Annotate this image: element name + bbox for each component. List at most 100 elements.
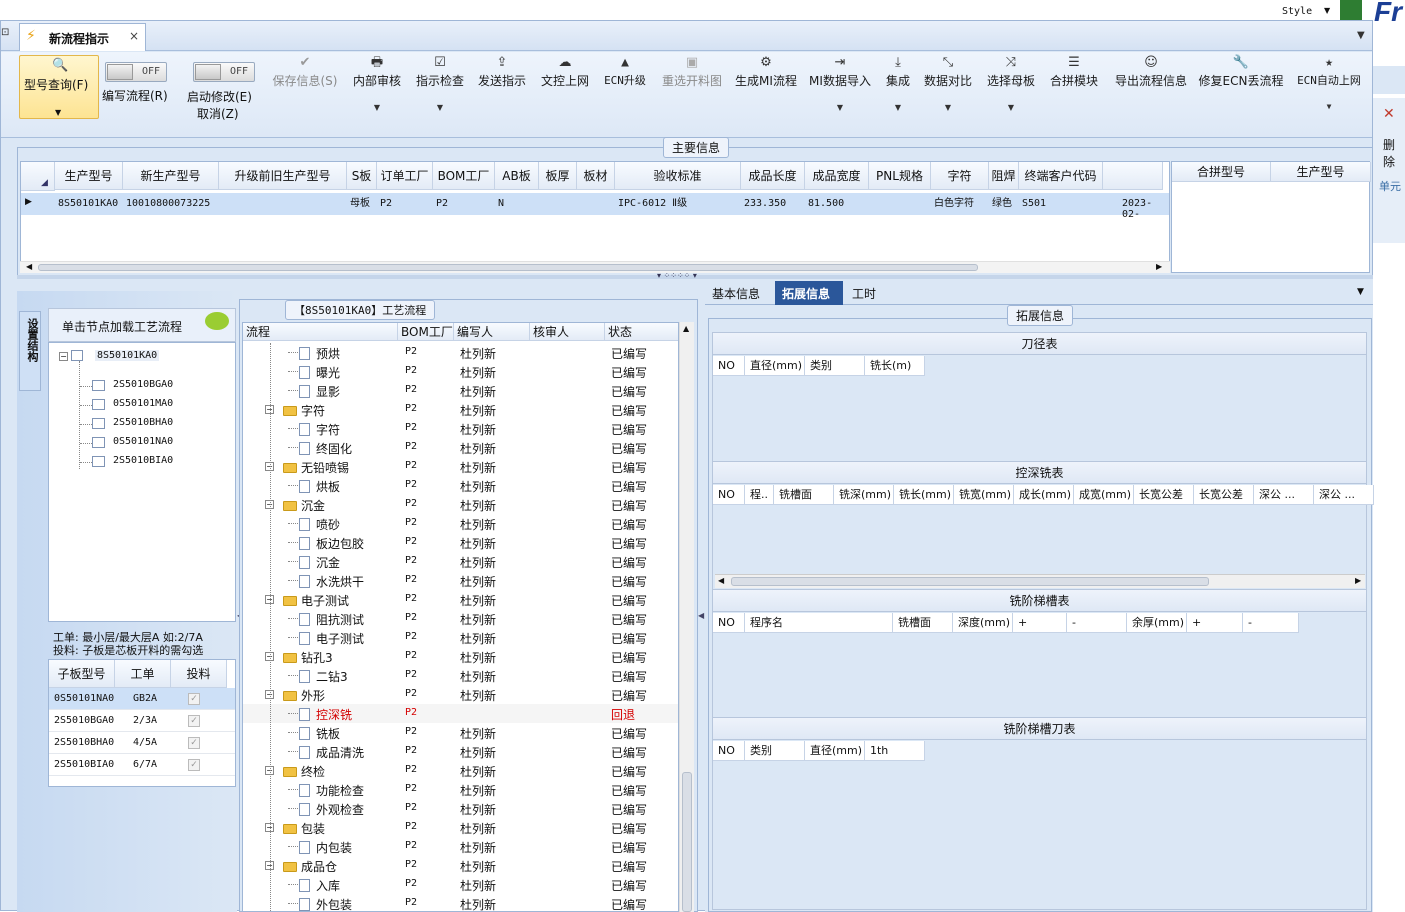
scroll-right-icon[interactable]: ▶ [1355, 576, 1361, 585]
process-row[interactable]: − 包装 P2 杜列新 已编写 [243, 818, 678, 837]
process-row[interactable]: − 钻孔3 P2 杜列新 已编写 [243, 647, 678, 666]
send-instruction-button[interactable]: ⇪ 发送指示 [474, 54, 530, 132]
depth-hscroll[interactable]: ◀ ▶ [715, 574, 1365, 588]
process-row[interactable]: − 沉金 P2 杜列新 已编写 [243, 495, 678, 514]
process-row[interactable]: 外观检查 P2 杜列新 已编写 [243, 799, 678, 818]
tree-child[interactable]: 2S5010BGA0 [113, 379, 173, 390]
repair-ecn-flow-button[interactable]: 🔧 修复ECN丢流程 [1198, 54, 1284, 132]
process-row[interactable]: 外包装 P2 杜列新 已编写 [243, 894, 678, 911]
process-row[interactable]: 功能检查 P2 杜列新 已编写 [243, 780, 678, 799]
process-row[interactable]: 烘板 P2 杜列新 已编写 [243, 476, 678, 495]
process-row[interactable]: 控深铣 P2 回退 [243, 704, 678, 723]
process-row[interactable]: 铣板 P2 杜列新 已编写 [243, 723, 678, 742]
process-row[interactable]: 内包装 P2 杜列新 已编写 [243, 837, 678, 856]
feed-checkbox[interactable]: ✓ [188, 715, 200, 727]
process-row[interactable]: 沉金 P2 杜列新 已编写 [243, 552, 678, 571]
main-info-cell[interactable]: 母板 [347, 195, 377, 215]
data-compare-button[interactable]: ⤡ 数据对比 ▼ [921, 54, 975, 132]
style-menu[interactable]: Style [1282, 6, 1312, 17]
scroll-left-icon[interactable]: ◀ [718, 576, 724, 585]
nav-back-icon[interactable]: ⊡ [1, 27, 9, 38]
start-edit-toggle[interactable]: OFF [193, 62, 255, 82]
merge-module-button[interactable]: ☰ 合拼模块 [1045, 54, 1103, 132]
process-row[interactable]: 显影 P2 杜列新 已编写 [243, 381, 678, 400]
scroll-left-icon[interactable]: ◀ [26, 262, 32, 271]
process-row[interactable]: − 电子测试 P2 杜列新 已编写 [243, 590, 678, 609]
subboard-row[interactable]: 2S5010BGA0 2/3A ✓ [49, 710, 235, 732]
internal-review-button[interactable]: 🖶 内部审核 ▼ [349, 54, 405, 132]
main-info-cell[interactable]: P2 [433, 195, 495, 215]
tab-new-flow[interactable]: ⚡ 新流程指示 × [19, 23, 146, 51]
main-info-cell[interactable]: N [495, 195, 539, 215]
vtab-structure[interactable]: 设置结构 [19, 311, 41, 391]
scroll-right-icon[interactable]: ▶ [1156, 262, 1162, 271]
main-info-cell[interactable]: IPC-6012 Ⅱ级 [615, 195, 741, 215]
cancel-edit-label[interactable]: 取消(Z) [197, 105, 239, 122]
vscroll-thumb[interactable] [682, 772, 692, 912]
main-info-cell[interactable]: P2 [377, 195, 433, 215]
process-row[interactable]: 曝光 P2 杜列新 已编写 [243, 362, 678, 381]
mid-splitter-handle[interactable]: ◀ [698, 611, 704, 641]
process-row[interactable]: − 外形 P2 杜列新 已编写 [243, 685, 678, 704]
tree-root[interactable]: 8S50101KA0 [95, 350, 160, 361]
generate-mi-flow-button[interactable]: ⚙ 生成MI流程 [733, 54, 799, 132]
integrate-button[interactable]: ⤓ 集成 ▼ [881, 54, 915, 132]
collapse-icon[interactable]: − [59, 352, 68, 361]
feed-checkbox[interactable]: ✓ [188, 759, 200, 771]
mi-data-import-button[interactable]: ⇥ MI数据导入 ▼ [807, 54, 873, 132]
process-row[interactable]: 板边包胶 P2 杜列新 已编写 [243, 533, 678, 552]
process-row[interactable]: 终固化 P2 杜列新 已编写 [243, 438, 678, 457]
tree-child[interactable]: 0S50101NA0 [113, 436, 173, 447]
instruction-check-button[interactable]: ☑ 指示检查 ▼ [413, 54, 467, 132]
tab-close-icon[interactable]: × [129, 29, 139, 43]
process-row[interactable]: 水洗烘干 P2 杜列新 已编写 [243, 571, 678, 590]
export-flow-info-button[interactable]: ☺ 导出流程信息 [1109, 54, 1193, 132]
tab-hours[interactable]: 工时 [852, 285, 876, 302]
feed-checkbox[interactable]: ✓ [188, 737, 200, 749]
tab-menu-chevron-icon[interactable]: ▼ [1357, 30, 1365, 41]
subboard-row[interactable]: 2S5010BIA0 6/7A ✓ [49, 754, 235, 776]
main-info-cell[interactable] [577, 195, 615, 215]
main-info-cell[interactable] [539, 195, 577, 215]
main-info-cell[interactable] [869, 195, 931, 215]
depth-hscroll-thumb[interactable] [731, 577, 1209, 586]
process-row[interactable]: 入库 P2 杜列新 已编写 [243, 875, 678, 894]
process-row[interactable]: − 无铅喷锡 P2 杜列新 已编写 [243, 457, 678, 476]
main-info-cell[interactable]: 绿色 [989, 195, 1019, 215]
doc-control-online-button[interactable]: ☁ 文控上网 [537, 54, 593, 132]
write-flow-toggle[interactable]: OFF [105, 62, 167, 82]
hscroll-thumb[interactable] [38, 264, 978, 271]
scroll-up-icon[interactable]: ▲ [683, 324, 689, 333]
select-mother-board-button[interactable]: ⤨ 选择母板 ▼ [983, 54, 1039, 132]
process-row[interactable]: 喷砂 P2 杜列新 已编写 [243, 514, 678, 533]
tab-basic-info[interactable]: 基本信息 [712, 285, 760, 302]
process-row[interactable]: 阻抗测试 P2 杜列新 已编写 [243, 609, 678, 628]
main-info-cell[interactable]: 10010800073225 [123, 195, 219, 215]
main-info-cell[interactable]: 81.500 [805, 195, 869, 215]
tree-child[interactable]: 2S5010BHA0 [113, 417, 173, 428]
tree-child[interactable]: 0S50101MA0 [113, 398, 173, 409]
process-row[interactable]: 字符 P2 杜列新 已编写 [243, 419, 678, 438]
feed-checkbox[interactable]: ✓ [188, 693, 200, 705]
process-vscroll[interactable]: ▲ [679, 322, 694, 912]
tab-list-chevron-icon[interactable]: ▼ [1357, 287, 1364, 297]
tab-extended-info[interactable]: 拓展信息 [775, 281, 843, 305]
save-info-button[interactable]: ✔ 保存信息(S) [269, 54, 341, 132]
main-info-hscroll[interactable]: ◀ ▶ [20, 261, 1170, 273]
reselect-cut-drawing-button[interactable]: ▣ 重选开料图 [657, 54, 727, 132]
ecn-auto-online-button[interactable]: ★ ECN自动上网 ▼ [1291, 54, 1367, 132]
query-button[interactable]: 🔍 型号查询(F) ▼ [19, 55, 99, 119]
process-row[interactable]: − 成品仓 P2 杜列新 已编写 [243, 856, 678, 875]
subboard-row[interactable]: 2S5010BHA0 4/5A ✓ [49, 732, 235, 754]
delete-label[interactable]: 删除 [1383, 136, 1405, 170]
process-row[interactable]: 电子测试 P2 杜列新 已编写 [243, 628, 678, 647]
subboard-row[interactable]: 0S50101NA0 GB2A ✓ [49, 688, 235, 710]
process-row[interactable]: 二钻3 P2 杜列新 已编写 [243, 666, 678, 685]
main-info-cell[interactable] [219, 195, 347, 215]
process-row[interactable]: − 终检 P2 杜列新 已编写 [243, 761, 678, 780]
process-row[interactable]: − 字符 P2 杜列新 已编写 [243, 400, 678, 419]
tree-child[interactable]: 2S5010BIA0 [113, 455, 173, 466]
main-info-cell[interactable]: 白色字符 [931, 195, 989, 215]
main-info-cell[interactable]: S501 [1019, 195, 1103, 215]
main-info-cell[interactable]: 233.350 [741, 195, 805, 215]
